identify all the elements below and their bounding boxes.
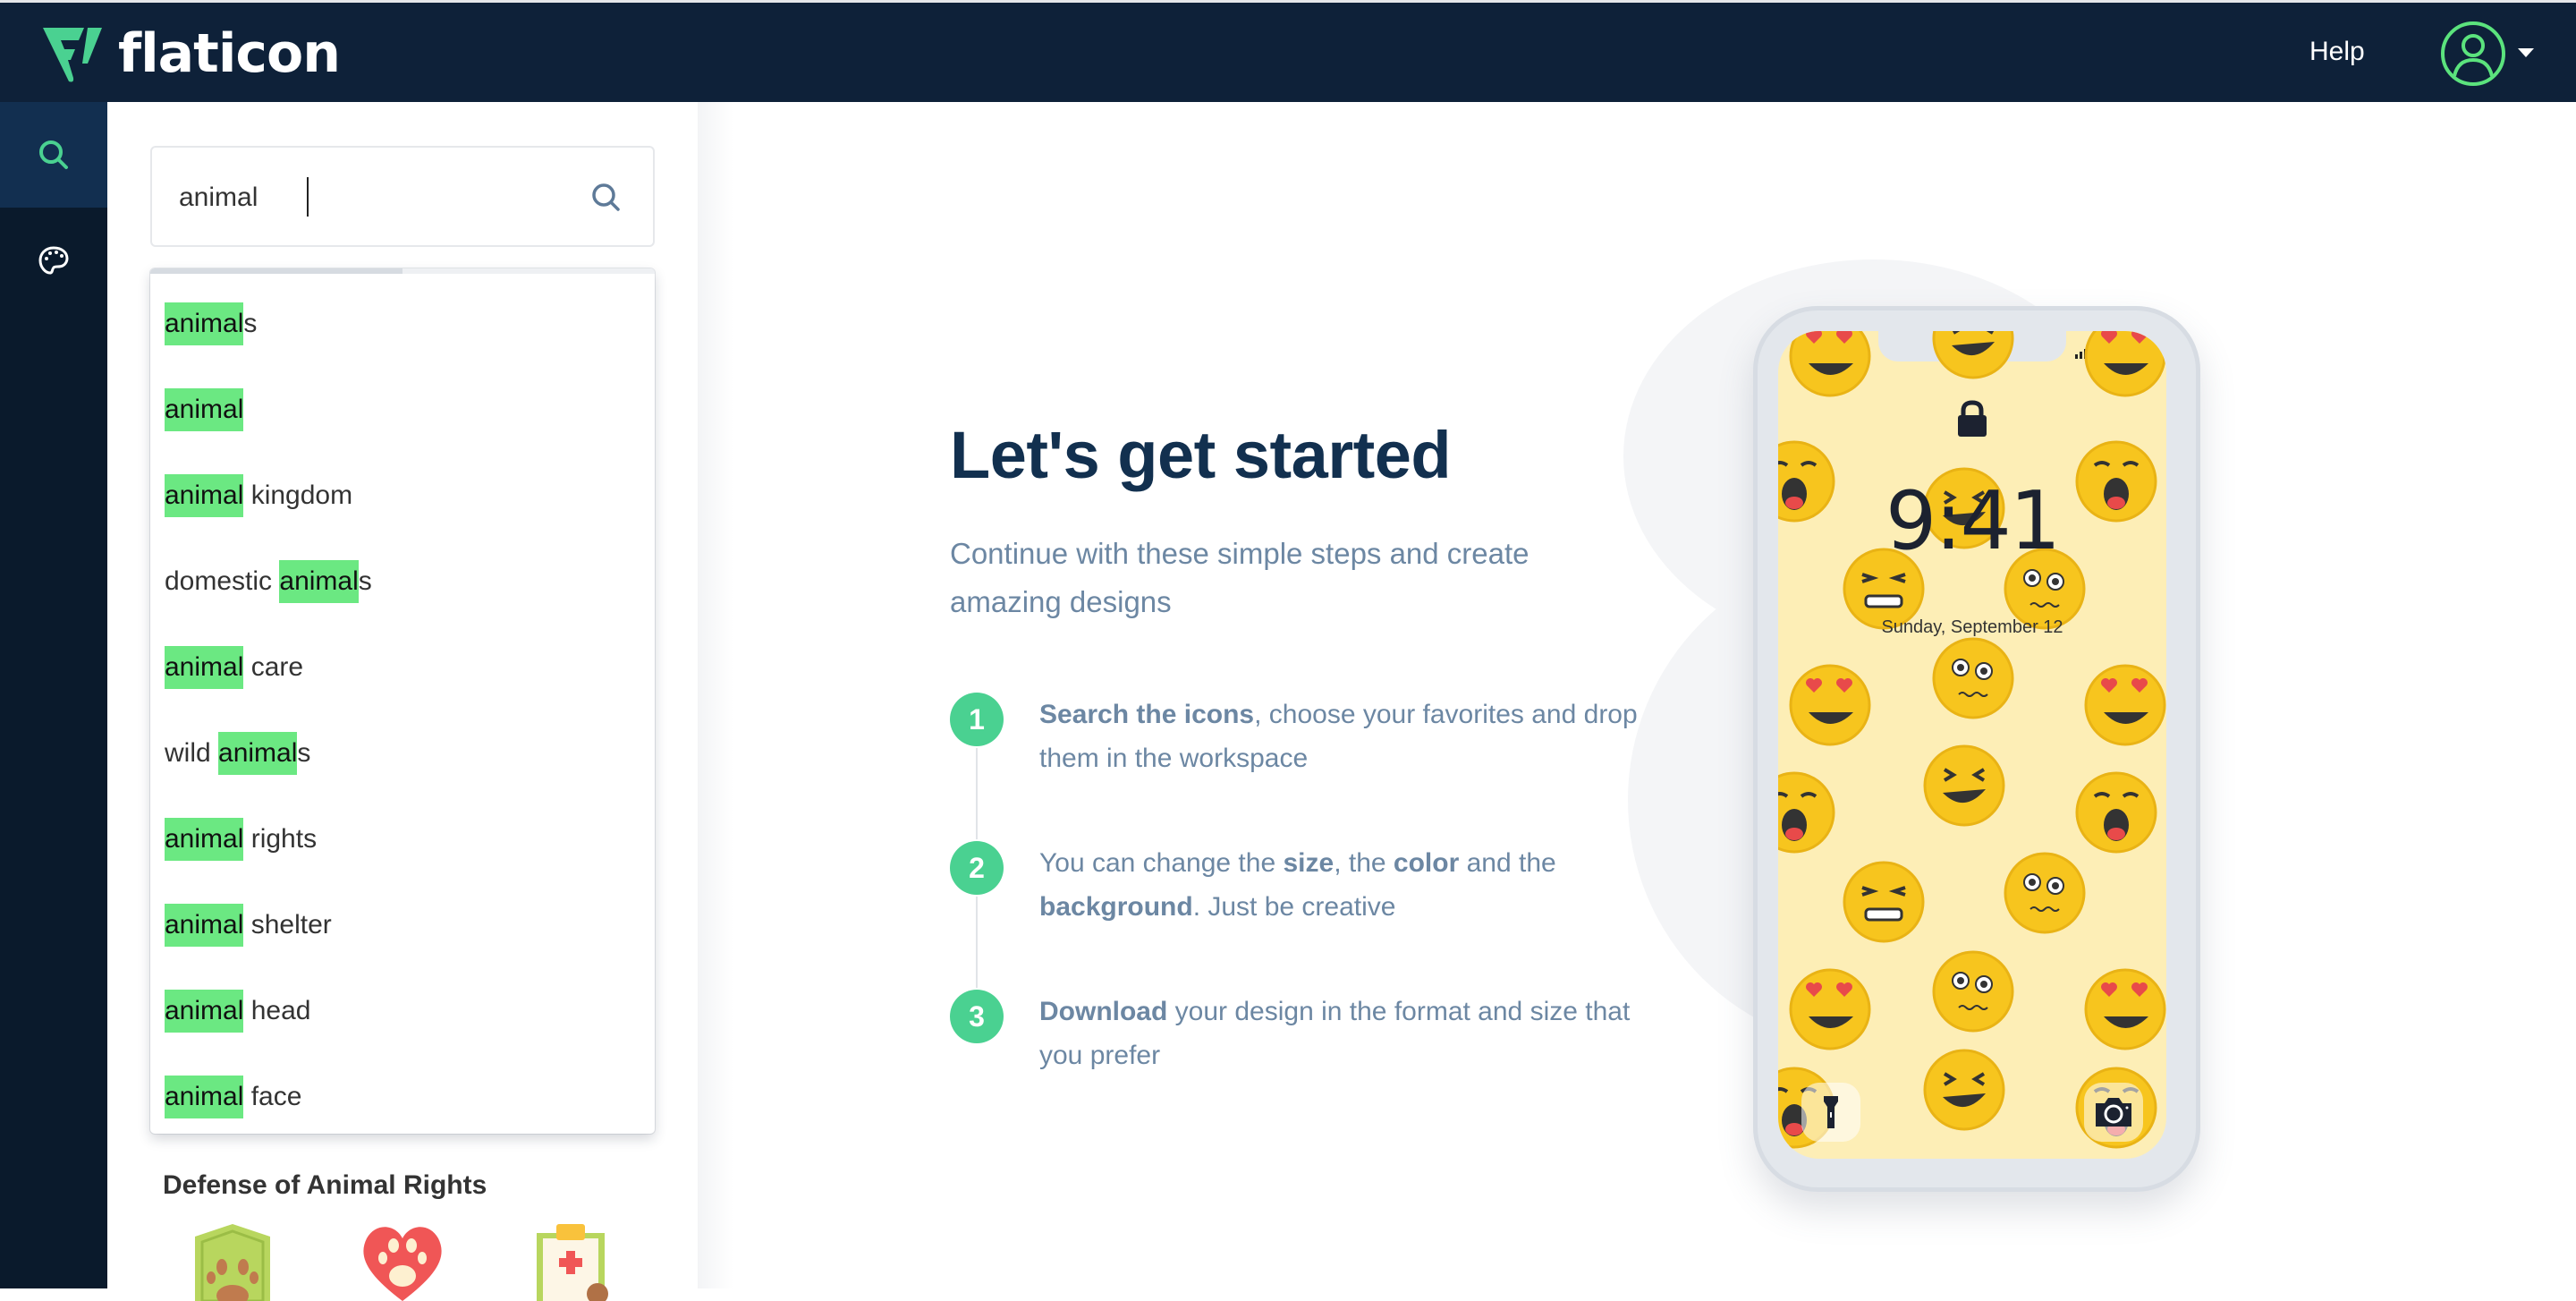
suggestion-item[interactable]: animal care [150,625,655,710]
suggestion-item[interactable]: domestic animal s [150,539,655,625]
scrollbar-thumb[interactable] [150,268,402,274]
suggestion-item[interactable]: animal head [150,968,655,1054]
emoji-wince-icon [1843,861,1925,943]
caret-down-icon[interactable] [2518,48,2534,57]
emoji-heart-icon [2084,331,2166,397]
page-subtitle: Continue with these simple steps and cre… [950,537,1530,618]
side-rail [0,102,107,1288]
flaticon-logo[interactable]: flaticon [41,22,341,85]
emoji-grin-icon [1923,744,2005,827]
step-description: Search the icons, choose your favorites … [1039,700,1638,773]
step-description: You can change the size, the color and t… [1039,848,1556,922]
user-circle-icon[interactable] [2440,21,2506,87]
emoji-yawn-icon [1778,771,1835,854]
page-title: Let's get started [950,418,1452,492]
emoji-dizzy-icon [1932,637,2014,719]
suggestion-item[interactable]: animal rights [150,796,655,882]
palette-icon [38,246,69,275]
lock-icon [1958,400,1987,437]
step-connector [976,748,978,839]
step-number-badge: 3 [950,990,1004,1043]
brand-name: flaticon [118,22,341,85]
emoji-dizzy-icon [2004,852,2086,934]
search-icon [39,140,68,169]
suggestion-match-highlight: animal [165,990,244,1033]
emoji-dizzy-icon [1932,950,2014,1033]
suggestion-suffix: kingdom [243,480,353,510]
emoji-heart-icon [1789,331,1871,397]
step-emphasis: color [1393,848,1460,878]
emoji-heart-icon [1789,664,1871,746]
lockscreen-date: Sunday, September 12 [1881,617,2063,637]
search-panel: animalsanimalanimal kingdomdomestic anim… [107,102,698,1301]
suggestion-prefix: domestic [165,566,280,596]
phone-screen: 9:41 Sunday, September 12 [1778,331,2166,1159]
suggestion-match-highlight: animal [165,302,244,345]
rail-item-customize[interactable] [0,208,107,313]
suggestion-prefix: wild [165,738,219,768]
search-box [150,146,655,247]
suggestion-match-highlight: animal [165,1076,244,1118]
collection-title: Defense of Animal Rights [163,1170,487,1200]
suggestion-item[interactable]: animal face [150,1054,655,1134]
suggestion-match-highlight: animal [279,560,359,603]
suggestion-suffix: head [243,996,311,1025]
suggestion-item[interactable]: animal s [150,281,655,367]
suggestion-suffix: s [358,566,372,596]
phone-mockup: 9:41 Sunday, September 12 [1753,306,2200,1192]
suggestion-suffix: rights [243,824,318,854]
suggestion-match-highlight: animal [218,732,298,775]
rail-item-search[interactable] [0,102,107,208]
lockscreen-time: 9:41 [1885,474,2061,568]
emoji-heart-icon [2084,664,2166,746]
camera-button[interactable] [2084,1083,2143,1142]
vet-clipboard-icon[interactable] [528,1220,617,1301]
search-icon[interactable] [589,180,624,216]
emoji-yawn-icon [2075,771,2157,854]
panel-shadow [698,102,733,1288]
main-area: Let's get started Continue with these si… [698,102,2576,1288]
emoji-heart-icon [1789,968,1871,1050]
suggestion-match-highlight: animal [165,474,244,517]
suggestion-item[interactable]: animal kingdom [150,453,655,539]
step-number-badge: 1 [950,693,1004,746]
suggestion-item[interactable]: animal [150,367,655,453]
flaticon-logo-icon [43,28,102,82]
step-description: Download your design in the format and s… [1039,997,1631,1070]
text-cursor [307,177,309,217]
paw-shield-icon[interactable] [188,1220,277,1301]
collection-icons [188,1220,689,1301]
step-emphasis: Search the icons [1039,700,1255,729]
suggestion-suffix: care [243,652,304,682]
emoji-grin-icon [1923,1049,2005,1131]
search-input[interactable] [179,174,555,221]
step-number-badge: 2 [950,841,1004,895]
step-emphasis: size [1283,848,1335,878]
flashlight-button[interactable] [1801,1083,1860,1142]
suggestion-suffix: s [243,309,258,338]
top-navbar: flaticon Help [0,0,2576,102]
step-emphasis: background [1039,892,1193,922]
suggestion-match-highlight: animal [165,904,244,947]
help-link[interactable]: Help [2309,37,2365,67]
suggestion-suffix: face [243,1082,302,1111]
suggestion-item[interactable]: animal shelter [150,882,655,968]
flashlight-icon [1824,1096,1838,1128]
suggestion-suffix: shelter [243,910,332,940]
suggestion-match-highlight: animal [165,646,244,689]
suggestions-dropdown: animal s animal animal kingdom domestic anim… [150,268,655,1134]
paw-heart-icon[interactable] [358,1220,447,1301]
step-connector [976,897,978,988]
emoji-grin-icon [1932,331,2014,379]
dropdown-scrollbar[interactable] [150,268,655,274]
step-emphasis: Download [1039,997,1168,1026]
suggestion-match-highlight: animal [165,388,244,431]
suggestion-suffix: s [297,738,311,768]
suggestion-item[interactable]: wild animal s [150,710,655,796]
suggestion-match-highlight: animal [165,818,244,861]
camera-icon [2096,1098,2131,1127]
emoji-heart-icon [2084,968,2166,1050]
